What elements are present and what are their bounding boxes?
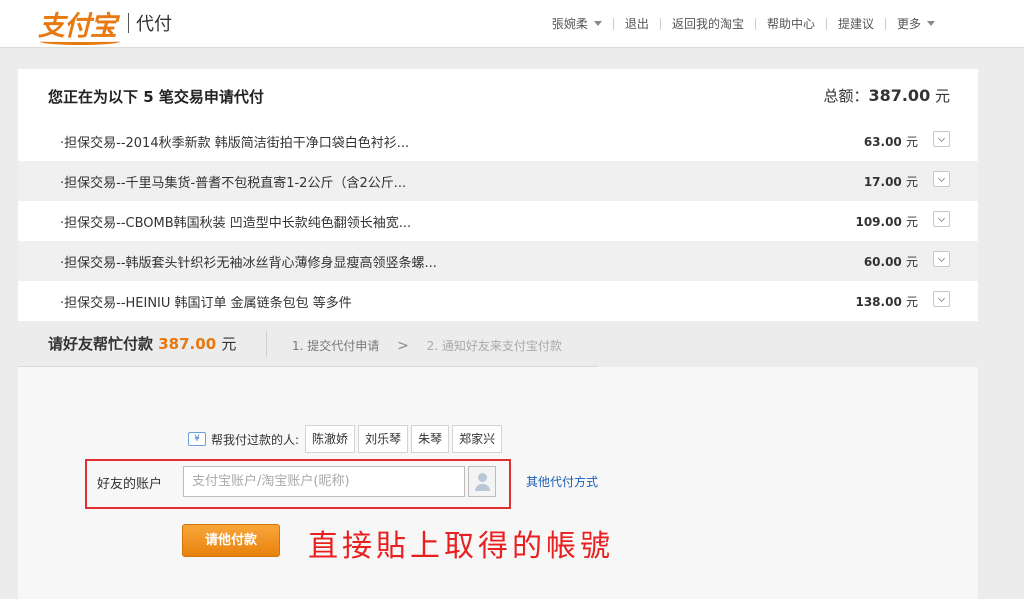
list-item: ·担保交易--HEINIU 韩国订单 金属链条包包 等多件 138.00 元 bbox=[18, 281, 978, 321]
nav-feedback[interactable]: 提建议 bbox=[825, 18, 885, 30]
step-arrow-icon: > bbox=[397, 338, 409, 354]
helper-chip[interactable]: 刘乐琴 bbox=[358, 425, 409, 453]
alipay-logo[interactable]: 支付宝 代付 bbox=[38, 4, 172, 45]
top-nav: 張婉柔 退出 返回我的淘宝 帮助中心 提建议 更多 bbox=[541, 0, 946, 48]
expand-toggle-icon[interactable] bbox=[933, 211, 950, 227]
item-name: ·担保交易--HEINIU 韩国订单 金属链条包包 等多件 bbox=[60, 296, 352, 311]
pay-request-title: 请好友帮忙付款 387.00 元 bbox=[48, 335, 237, 353]
chevron-down-icon bbox=[927, 21, 935, 26]
list-item: ·担保交易--2014秋季新款 韩版简洁街拍干净口袋白色衬衫... 63.00 … bbox=[18, 121, 978, 161]
account-highlight-box: 好友的账户 bbox=[85, 459, 511, 509]
payment-icon: ¥ bbox=[188, 432, 206, 446]
handwritten-annotation: 直接貼上取得的帳號 bbox=[308, 529, 614, 564]
item-name: ·担保交易--CBOMB韩国秋装 凹造型中长款纯色翻领长袖宽... bbox=[60, 216, 412, 231]
order-list: ·担保交易--2014秋季新款 韩版简洁街拍干净口袋白色衬衫... 63.00 … bbox=[18, 121, 978, 321]
item-amount: 63.00 元 bbox=[863, 135, 918, 149]
item-name: ·担保交易--韩版套头针织衫无袖冰丝背心薄修身显瘦高领竖条螺... bbox=[60, 256, 437, 271]
page-title: 您正在为以下 5 笔交易申请代付 bbox=[48, 88, 264, 106]
helper-chip[interactable]: 朱琴 bbox=[411, 425, 450, 453]
logo-divider bbox=[128, 13, 129, 33]
helpers-label: 帮我付过款的人: bbox=[211, 432, 300, 447]
nav-user[interactable]: 張婉柔 bbox=[541, 18, 613, 30]
item-amount: 60.00 元 bbox=[863, 255, 918, 269]
helper-chip[interactable]: 郑家兴 bbox=[452, 425, 503, 453]
chevron-down-icon bbox=[593, 21, 602, 26]
nav-help-center[interactable]: 帮助中心 bbox=[754, 18, 826, 30]
other-payment-methods-link[interactable]: 其他代付方式 bbox=[526, 473, 598, 490]
divider bbox=[266, 331, 267, 357]
expand-toggle-icon[interactable] bbox=[933, 251, 950, 267]
request-payment-button[interactable]: 请他付款 bbox=[182, 524, 280, 557]
list-item: ·担保交易--千里马集货-普耆不包税直寄1-2公斤（含2公斤... 17.00 … bbox=[18, 161, 978, 201]
nav-back-to-taobao[interactable]: 返回我的淘宝 bbox=[659, 18, 755, 30]
order-summary-header: 您正在为以下 5 笔交易申请代付 总额：387.00 元 bbox=[18, 69, 978, 121]
step-2: 2. 通知好友来支付宝付款 bbox=[426, 339, 562, 353]
contact-picker-icon[interactable] bbox=[468, 466, 496, 497]
top-header: 支付宝 代付 張婉柔 退出 返回我的淘宝 帮助中心 提建议 更多 bbox=[0, 0, 1024, 48]
pay-request-bar: 请好友帮忙付款 387.00 元 1. 提交代付申请 > 2. 通知好友来支付宝… bbox=[18, 321, 978, 367]
pay-request-amount: 387.00 bbox=[158, 335, 217, 353]
order-total: 总额：387.00 元 bbox=[823, 86, 950, 105]
helper-chip[interactable]: 陈澈娇 bbox=[305, 425, 356, 453]
expand-toggle-icon[interactable] bbox=[933, 131, 950, 147]
item-amount: 109.00 元 bbox=[855, 215, 918, 229]
step-indicator: 1. 提交代付申请 > 2. 通知好友来支付宝付款 bbox=[292, 337, 562, 354]
item-amount: 138.00 元 bbox=[855, 295, 918, 309]
expand-toggle-icon[interactable] bbox=[933, 171, 950, 187]
account-label: 好友的账户 bbox=[97, 477, 163, 492]
item-amount: 17.00 元 bbox=[863, 175, 918, 189]
expand-toggle-icon[interactable] bbox=[933, 291, 950, 307]
divider bbox=[18, 366, 598, 367]
main-panel: 您正在为以下 5 笔交易申请代付 总额：387.00 元 ·担保交易--2014… bbox=[18, 69, 978, 599]
nav-more[interactable]: 更多 bbox=[884, 18, 946, 30]
friend-account-input[interactable] bbox=[183, 466, 465, 497]
list-item: ·担保交易--韩版套头针织衫无袖冰丝背心薄修身显瘦高领竖条螺... 60.00 … bbox=[18, 241, 978, 281]
total-amount: 387.00 bbox=[868, 86, 931, 105]
nav-logout[interactable]: 退出 bbox=[612, 18, 660, 30]
list-item: ·担保交易--CBOMB韩国秋装 凹造型中长款纯色翻领长袖宽... 109.00… bbox=[18, 201, 978, 241]
step-1: 1. 提交代付申请 bbox=[292, 339, 380, 353]
section-title: 代付 bbox=[136, 14, 172, 35]
item-name: ·担保交易--2014秋季新款 韩版简洁街拍干净口袋白色衬衫... bbox=[60, 136, 410, 151]
logo-mark: 支付宝 bbox=[38, 4, 120, 45]
item-name: ·担保交易--千里马集货-普耆不包税直寄1-2公斤（含2公斤... bbox=[60, 176, 407, 191]
previous-helpers: ¥ 帮我付过款的人: 陈澈娇 刘乐琴 朱琴 郑家兴 bbox=[188, 424, 503, 454]
